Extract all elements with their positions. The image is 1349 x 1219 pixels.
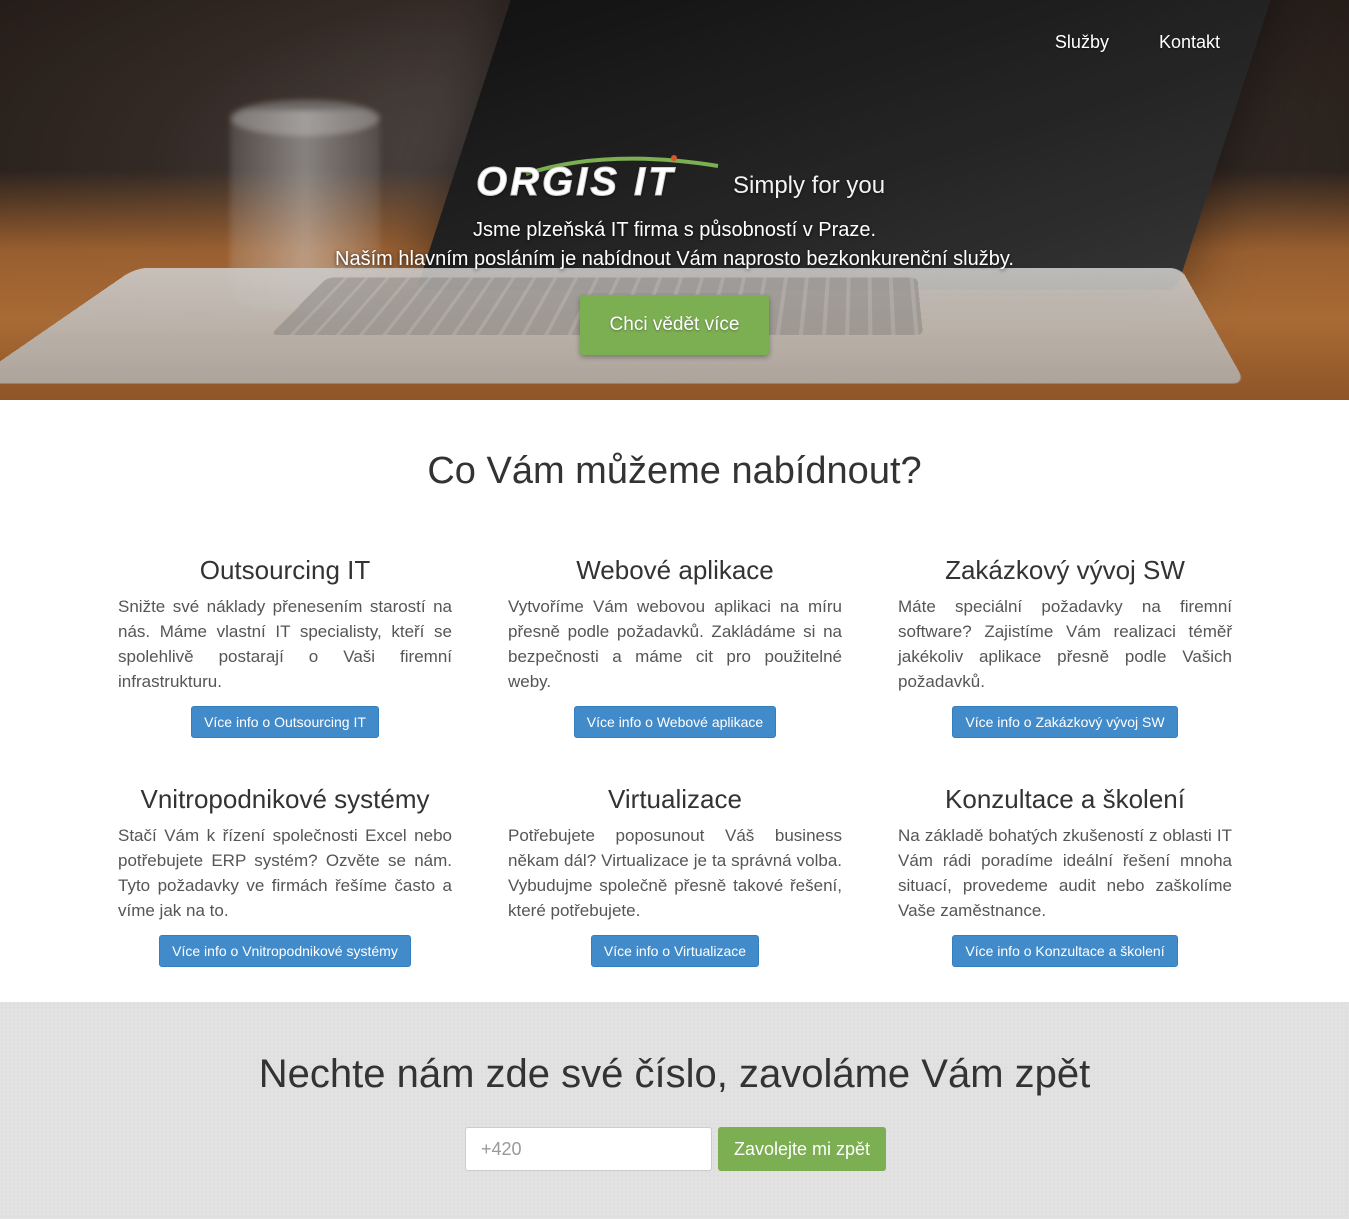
service-title: Vnitropodnikové systémy xyxy=(140,784,430,814)
nav-kontakt[interactable]: Kontakt xyxy=(1159,32,1220,53)
service-consulting: Konzultace a školení Na základě bohatých… xyxy=(898,784,1232,967)
brand: ORGIS IT Simply for you xyxy=(476,152,896,203)
service-title: Konzultace a školení xyxy=(945,784,1185,814)
more-info-outsourcing-button[interactable]: Více info o Outsourcing IT xyxy=(191,706,379,738)
service-description: Potřebujete poposunout Váš business něka… xyxy=(508,826,842,920)
service-virtualization: Virtualizace Potřebujete poposunout Váš … xyxy=(508,784,842,967)
service-custom-sw: Zakázkový vývoj SW Máte speciální požada… xyxy=(898,555,1232,738)
service-title: Zakázkový vývoj SW xyxy=(945,555,1185,585)
hero-tagline-1: Jsme plzeňská IT firma s působností v Pr… xyxy=(472,219,877,241)
services-heading: Co Vám můžeme nabídnout? xyxy=(427,450,922,492)
service-title: Webové aplikace xyxy=(576,555,774,585)
call-me-back-button[interactable]: Zavolejte mi zpět xyxy=(718,1127,886,1171)
service-enterprise-systems: Vnitropodnikové systémy Stačí Vám k říze… xyxy=(118,784,452,967)
learn-more-button[interactable]: Chci vědět více xyxy=(580,295,769,355)
more-info-consulting-button[interactable]: Více info o Konzultace a školení xyxy=(952,935,1178,967)
service-description: Na základě bohatých zkušeností z oblasti… xyxy=(898,826,1232,920)
more-info-enterprise-systems-button[interactable]: Více info o Vnitropodnikové systémy xyxy=(159,935,411,967)
more-info-web-apps-button[interactable]: Více info o Webové aplikace xyxy=(573,706,777,738)
callback-section: Nechte nám zde své číslo, zavoláme Vám z… xyxy=(0,1002,1349,1219)
service-description: Vytvoříme Vám webovou aplikaci na míru p… xyxy=(508,597,842,691)
service-outsourcing: Outsourcing IT Snižte své náklady přenes… xyxy=(118,555,452,738)
service-description: Máte speciální požadavky na firemní soft… xyxy=(898,597,1232,691)
service-description: Stačí Vám k řízení společnosti Excel neb… xyxy=(118,826,452,920)
service-description: Snižte své náklady přenesením starostí n… xyxy=(118,597,452,691)
service-title: Virtualizace xyxy=(608,784,742,814)
service-web-apps: Webové aplikace Vytvoříme Vám webovou ap… xyxy=(508,555,842,738)
main-nav: Služby Kontakt xyxy=(1055,32,1220,53)
slogan: Simply for you xyxy=(733,172,886,199)
callback-heading: Nechte nám zde své číslo, zavoláme Vám z… xyxy=(258,1052,1091,1096)
more-info-custom-sw-button[interactable]: Více info o Zakázkový vývoj SW xyxy=(952,706,1178,738)
logo[interactable]: ORGIS IT xyxy=(476,162,676,203)
nav-sluzby[interactable]: Služby xyxy=(1055,32,1109,53)
phone-input[interactable] xyxy=(465,1127,712,1171)
hero-section: Služby Kontakt ORGIS IT Simply for you J… xyxy=(0,0,1349,400)
more-info-virtualization-button[interactable]: Více info o Virtualizace xyxy=(590,935,760,967)
hero-tagline-2: Naším hlavním posláním je nabídnout Vám … xyxy=(335,248,1014,270)
service-title: Outsourcing IT xyxy=(199,555,371,585)
